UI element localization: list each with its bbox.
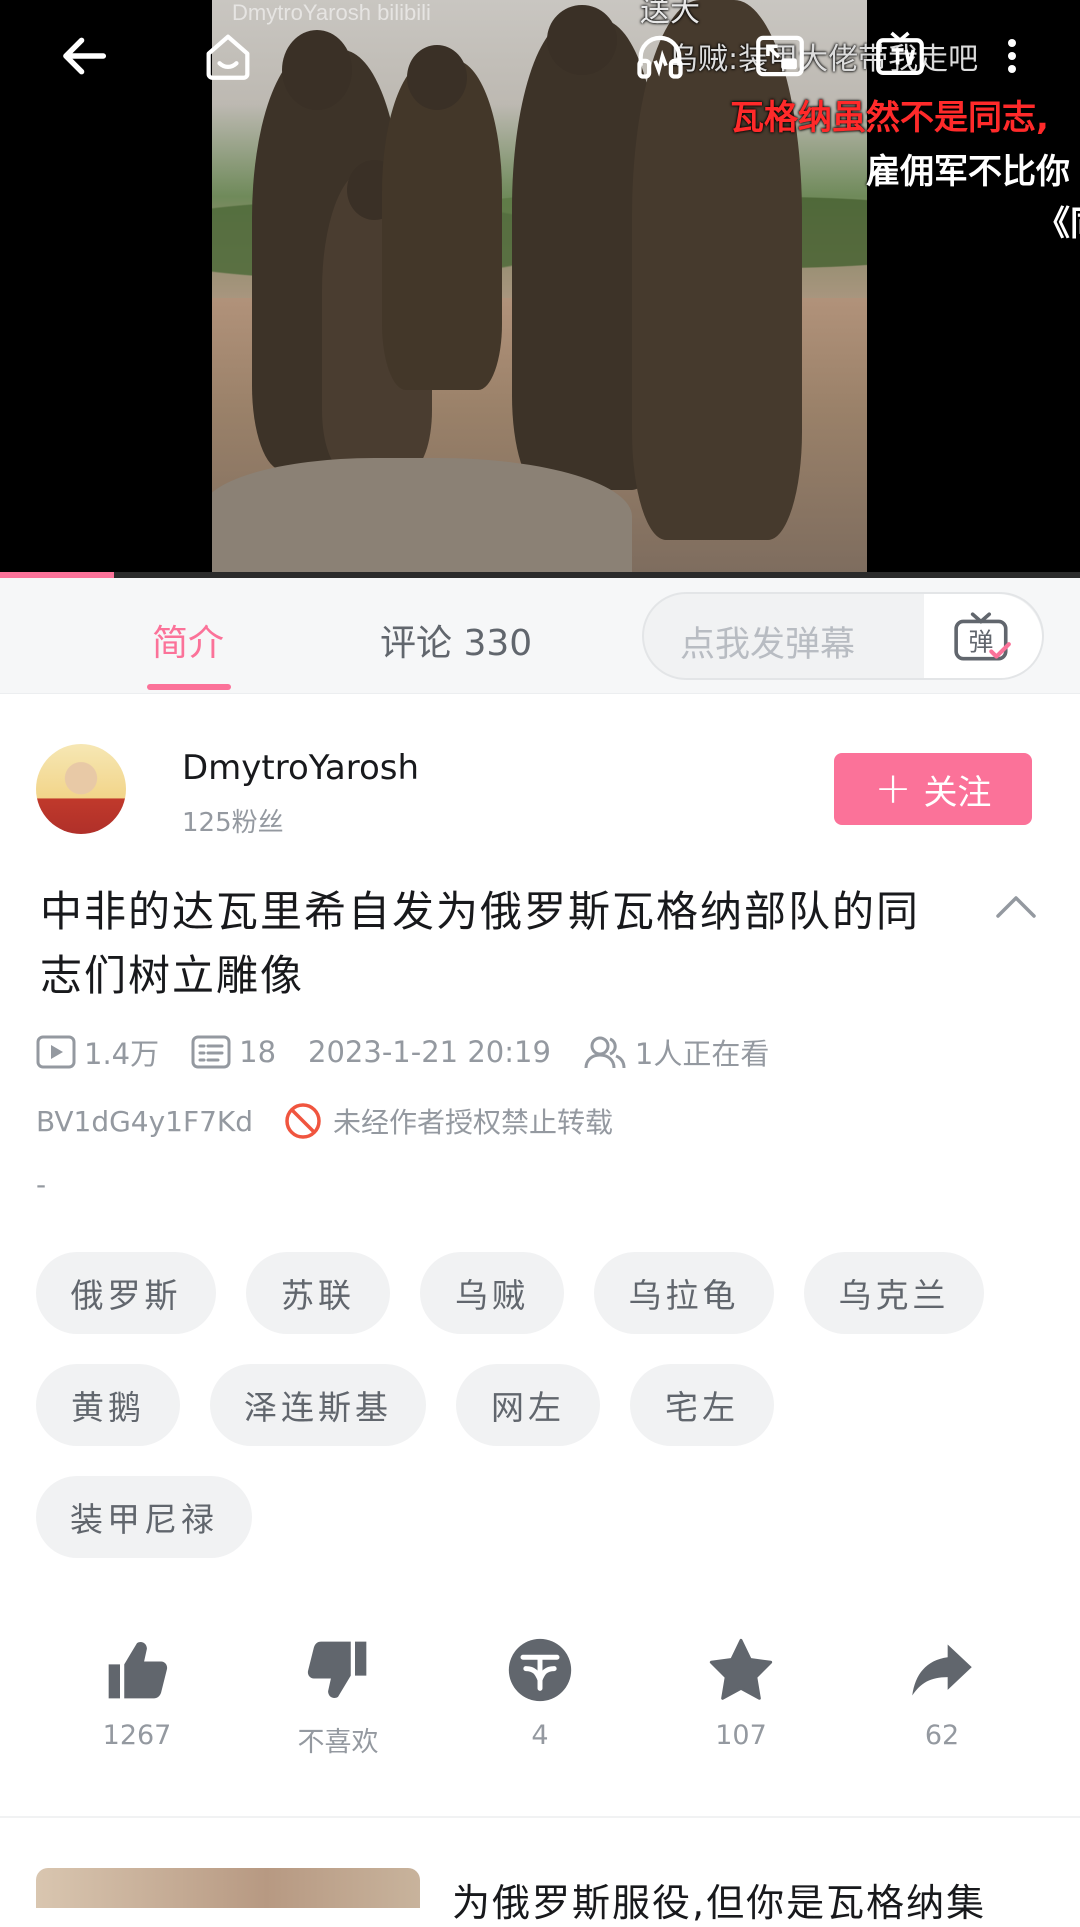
video-stats: 1.4万 18 2023-1-21 20:19 1人正在看	[36, 1030, 769, 1074]
uploader-fans-count: 125粉丝	[182, 808, 284, 838]
bvid: BV1dG4y1F7Kd	[36, 1104, 254, 1138]
coin-button[interactable]: 4	[470, 1636, 610, 1751]
tab-comments[interactable]: 评论 330	[380, 614, 532, 666]
tv-cast-icon[interactable]	[866, 22, 934, 90]
more-vert-icon[interactable]	[988, 22, 1036, 90]
danmaku-comment: 《同	[1036, 204, 1080, 244]
uploader-avatar[interactable]	[36, 744, 126, 834]
danmaku-comment: 雇佣军不比你	[866, 152, 1070, 192]
danmaku-count-icon	[191, 1035, 231, 1069]
favorite-count: 107	[715, 1720, 767, 1751]
danmaku-count: 18	[239, 1035, 277, 1069]
favorite-button[interactable]: 107	[671, 1636, 811, 1751]
home-icon[interactable]	[194, 22, 262, 90]
pip-icon[interactable]	[746, 22, 814, 90]
danmaku-input-placeholder: 点我发弹幕	[680, 625, 856, 665]
tab-intro[interactable]: 简介	[152, 614, 224, 666]
thumbs-down-icon	[307, 1641, 367, 1699]
watching-now: 1人正在看	[634, 1037, 770, 1071]
dislike-label: 不喜欢	[297, 1727, 379, 1758]
play-count-icon	[36, 1035, 76, 1069]
chevron-up-icon[interactable]	[994, 888, 1038, 924]
back-arrow-icon[interactable]	[50, 22, 118, 90]
danmaku-tv-icon: 弹	[954, 612, 1011, 661]
recommended-video-title[interactable]: 为俄罗斯服役,但你是瓦格纳集	[452, 1872, 986, 1927]
video-title: 中非的达瓦里希自发为俄罗斯瓦格纳部队的同志们树立雕像	[40, 887, 921, 1000]
follow-label: 关注	[923, 772, 992, 813]
share-icon	[912, 1644, 972, 1696]
coin-icon	[508, 1638, 572, 1702]
video-description: -	[36, 1168, 47, 1201]
video-id-row: BV1dG4y1F7Kd 未经作者授权禁止转载	[36, 1101, 613, 1141]
video-player[interactable]: DmytroYarosh bilibili 送大 乌贼:装甲大佬带我走吧 瓦格纳…	[0, 0, 1080, 578]
tag-chip[interactable]: 苏联	[246, 1252, 390, 1334]
section-divider	[0, 1816, 1080, 1818]
tab-active-indicator	[147, 684, 231, 690]
tag-chip[interactable]: 宅左	[630, 1364, 774, 1446]
recommended-video-thumbnail[interactable]	[36, 1868, 420, 1908]
tag-chip[interactable]: 乌贼	[420, 1252, 564, 1334]
tag-chip[interactable]: 俄罗斯	[36, 1252, 216, 1334]
publish-date: 2023-1-21 20:19	[308, 1035, 551, 1069]
no-repost-icon	[285, 1103, 321, 1139]
like-button[interactable]: 1267	[67, 1636, 207, 1751]
tag-chip[interactable]: 网左	[456, 1364, 600, 1446]
tab-bar: 简介 评论 330 点我发弹幕 弹	[0, 578, 1080, 694]
tag-chip[interactable]: 乌拉龟	[594, 1252, 774, 1334]
thumbs-up-icon	[108, 1641, 168, 1699]
star-icon	[709, 1638, 773, 1700]
danmaku-comment: 瓦格纳虽然不是同志,	[730, 98, 1049, 138]
uploader-name[interactable]: DmytroYarosh	[182, 748, 419, 788]
tag-chip[interactable]: 黄鹅	[36, 1364, 180, 1446]
danmaku-input[interactable]: 点我发弹幕 弹	[642, 592, 1044, 680]
tag-chip[interactable]: 泽连斯基	[210, 1364, 426, 1446]
tag-chip[interactable]: 装甲尼禄	[36, 1476, 252, 1558]
view-count: 1.4万	[84, 1037, 160, 1071]
headphones-icon[interactable]	[626, 22, 694, 90]
coin-count: 4	[531, 1720, 549, 1751]
plus-icon: +	[874, 763, 912, 814]
tag-chip[interactable]: 乌克兰	[804, 1252, 984, 1334]
viewers-icon	[584, 1036, 626, 1069]
share-button[interactable]: 62	[872, 1636, 1012, 1751]
share-count: 62	[924, 1720, 960, 1751]
like-count: 1267	[102, 1720, 172, 1751]
follow-button[interactable]: + 关注	[834, 753, 1032, 825]
dislike-button[interactable]: 不喜欢	[268, 1636, 408, 1759]
danmaku-settings-button[interactable]: 弹	[924, 594, 1042, 678]
repost-notice: 未经作者授权禁止转载	[333, 1106, 614, 1139]
